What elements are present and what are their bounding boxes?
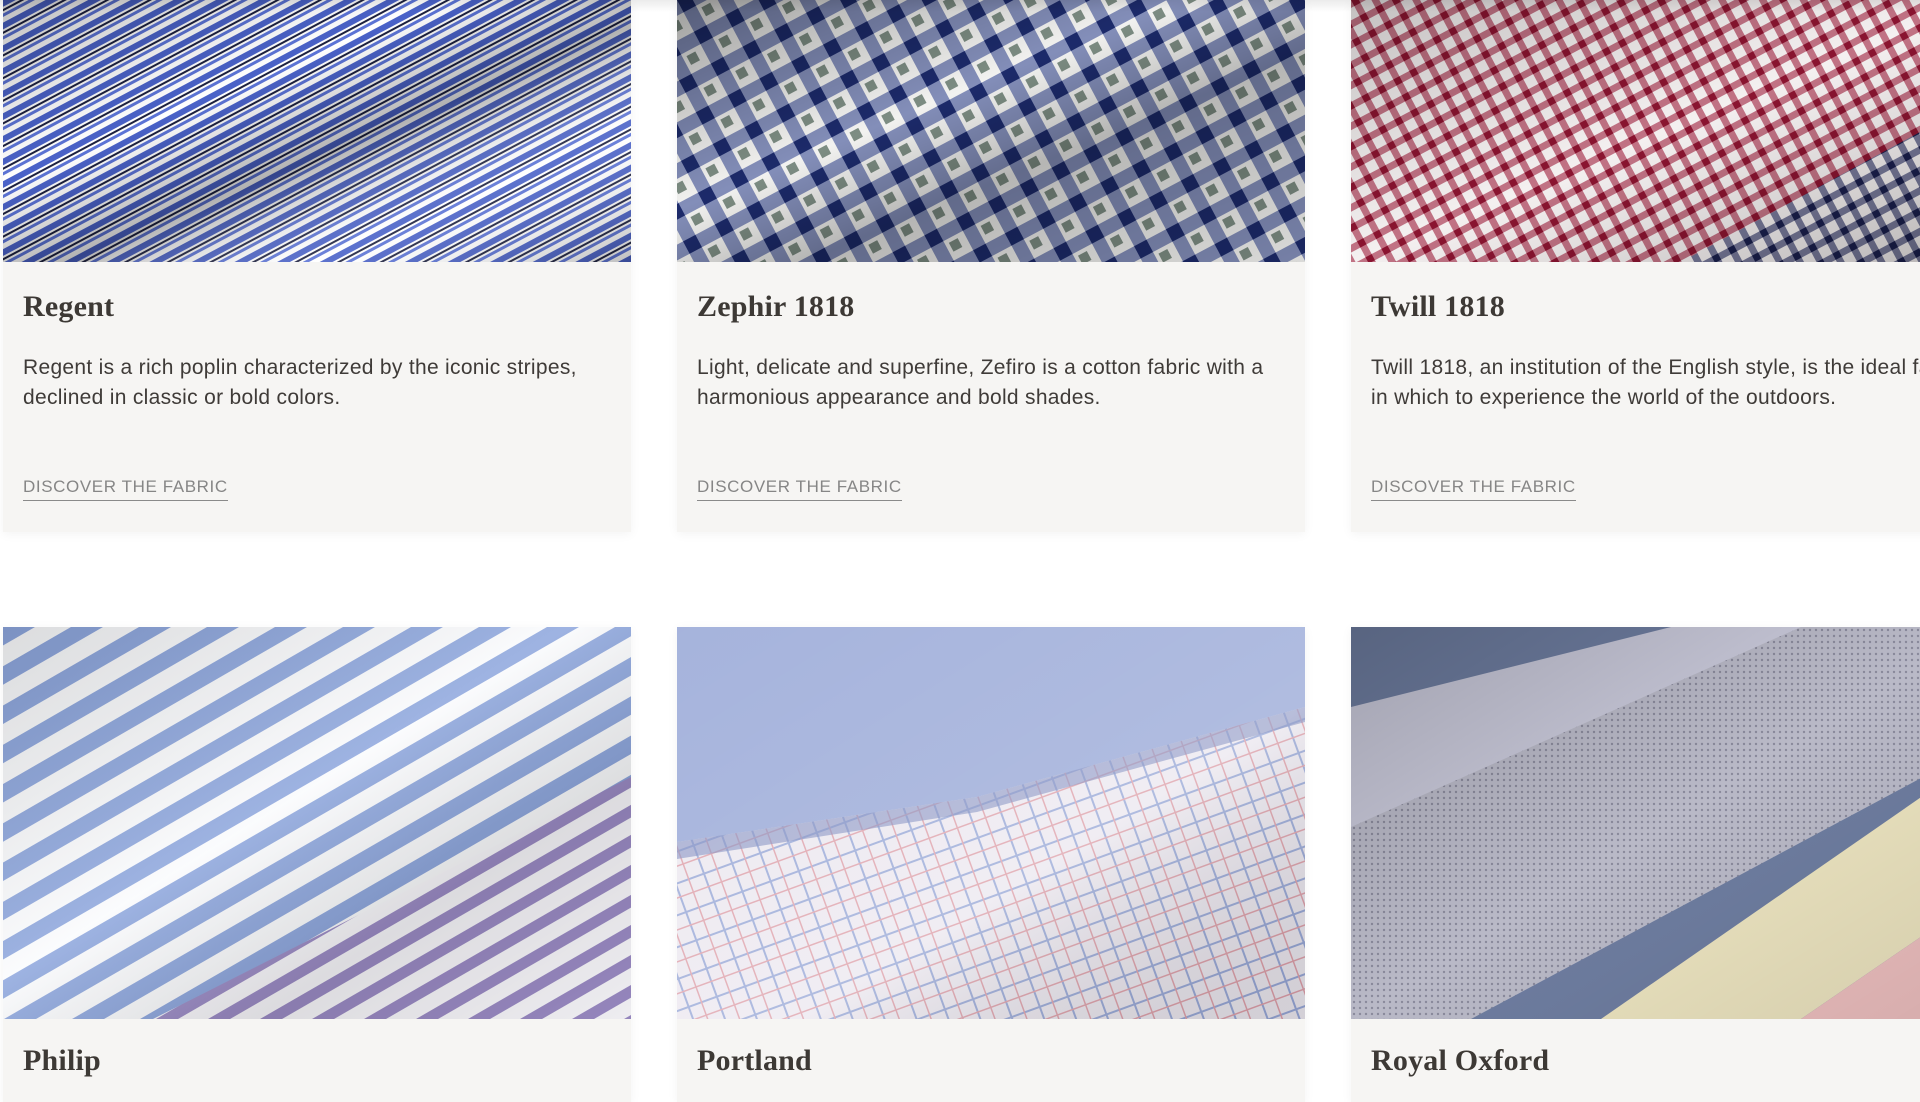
fabric-card-philip: Philip	[3, 627, 631, 1102]
fabric-card-regent: Regent Regent is a rich poplin character…	[3, 0, 631, 532]
fabric-image-philip[interactable]	[3, 627, 631, 1019]
fabric-title: Regent	[23, 290, 115, 323]
fabric-card-portland: Portland	[677, 627, 1305, 1102]
fabric-title: Zephir 1818	[697, 290, 855, 323]
fabric-image-royal-oxford[interactable]	[1351, 627, 1920, 1019]
header-shadow	[0, 0, 1920, 12]
fabric-title: Royal Oxford	[1371, 1044, 1550, 1077]
fabric-image-regent[interactable]	[3, 0, 631, 262]
fabric-card-zephir-1818: Zephir 1818 Light, delicate and superfin…	[677, 0, 1305, 532]
fabric-image-portland[interactable]	[677, 627, 1305, 1019]
fabric-description: Twill 1818, an institution of the Englis…	[1371, 356, 1920, 409]
discover-fabric-link[interactable]: DISCOVER THE FABRIC	[23, 477, 228, 501]
fabric-description: Regent is a rich poplin characterized by…	[23, 356, 577, 409]
fabric-card-royal-oxford: Royal Oxford	[1351, 627, 1920, 1102]
discover-fabric-link[interactable]: DISCOVER THE FABRIC	[1371, 477, 1576, 501]
discover-fabric-link[interactable]: DISCOVER THE FABRIC	[697, 477, 902, 501]
fabric-title: Philip	[23, 1044, 101, 1077]
fabric-description: Light, delicate and superfine, Zefiro is…	[697, 356, 1264, 409]
fabric-title: Twill 1818	[1371, 290, 1505, 323]
fabric-image-zephir-1818[interactable]	[677, 0, 1305, 262]
fabric-title: Portland	[697, 1044, 812, 1077]
fabric-image-twill-1818[interactable]	[1351, 0, 1920, 262]
fabric-card-twill-1818: Twill 1818 Twill 1818, an institution of…	[1351, 0, 1920, 532]
